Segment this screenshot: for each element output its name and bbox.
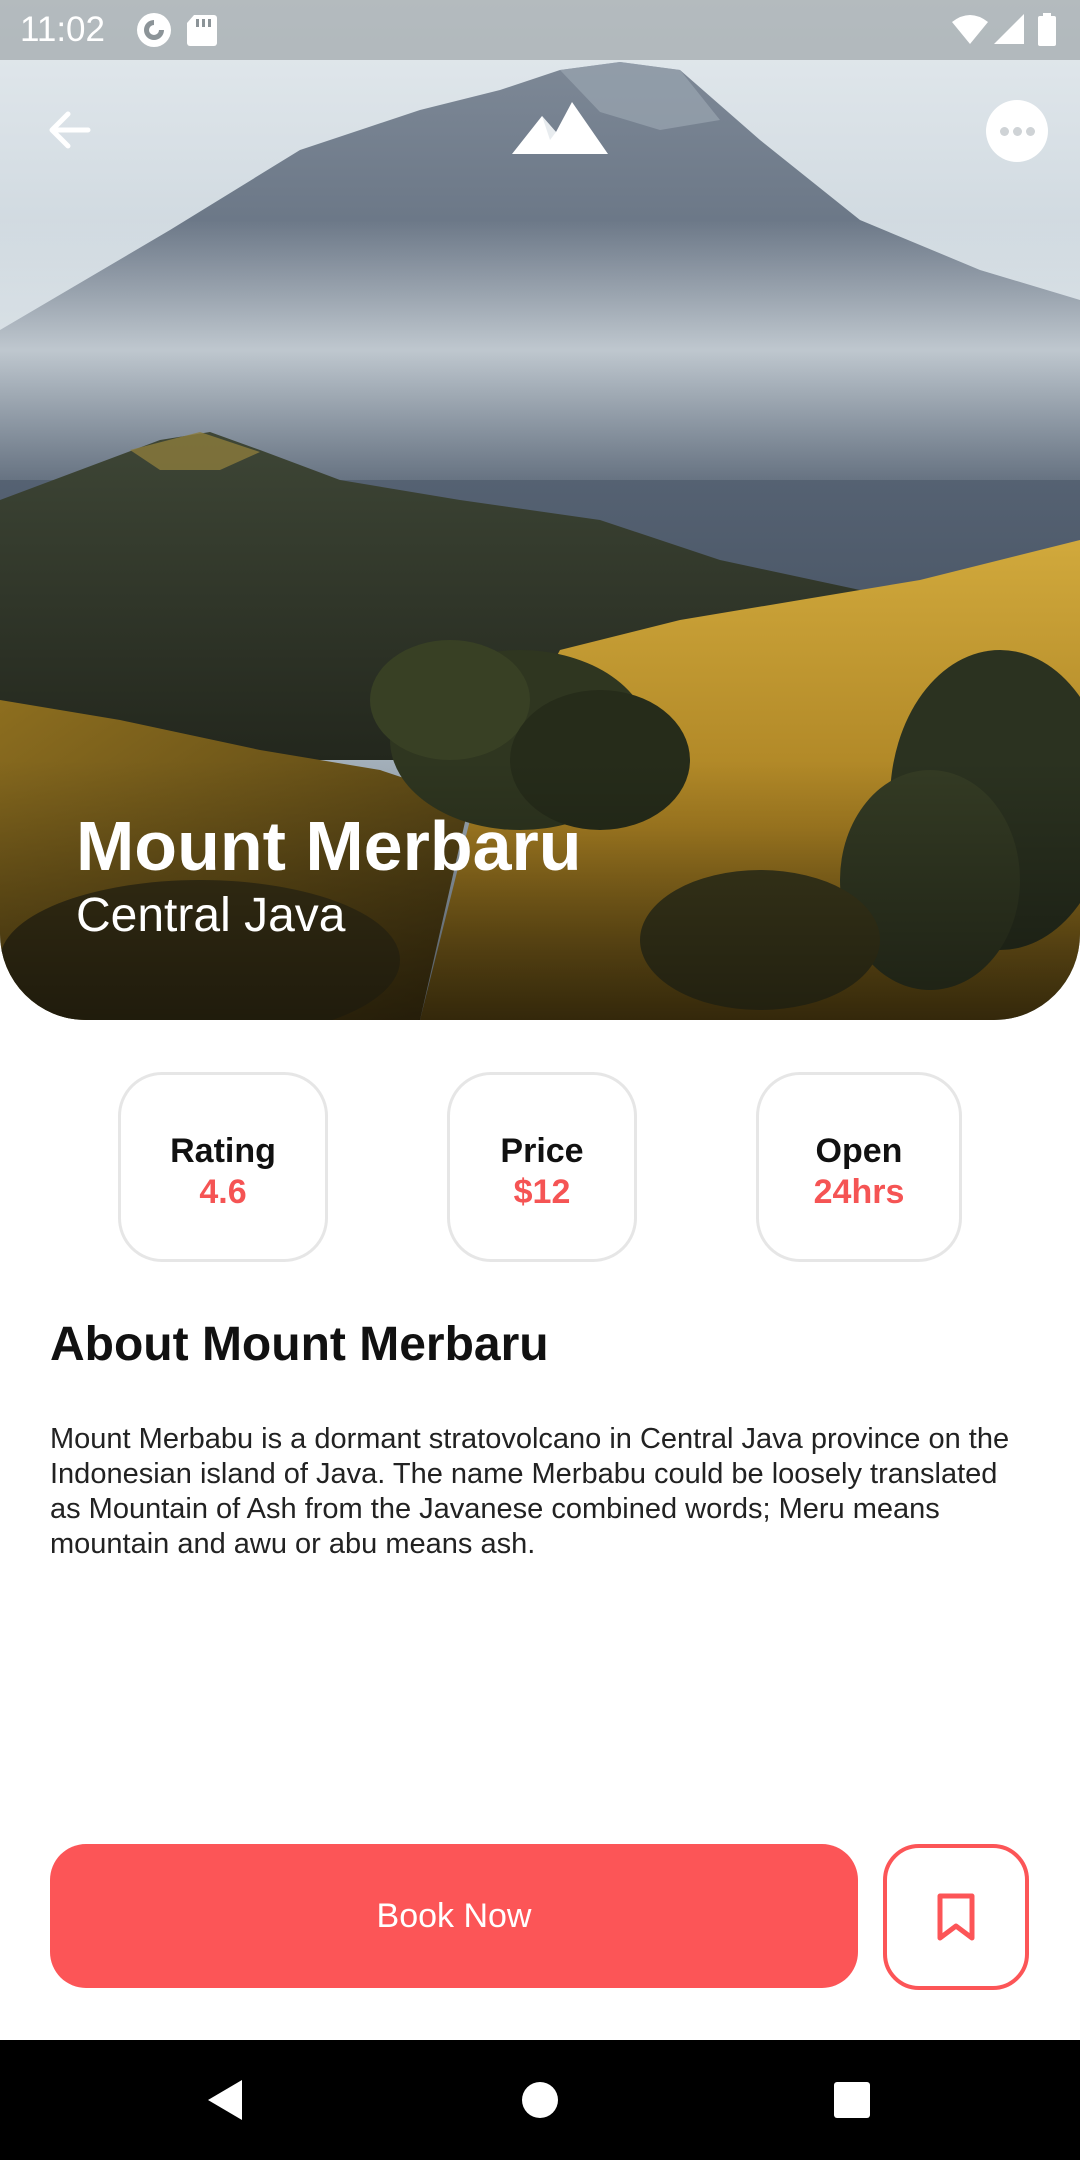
book-now-button[interactable]: Book Now [50,1844,858,1988]
bookmark-button[interactable] [883,1844,1029,1990]
mountain-logo-icon [512,102,608,154]
nav-back-button[interactable] [196,2070,256,2130]
stat-label: Price [500,1132,584,1170]
battery-icon [1038,16,1056,46]
back-button[interactable] [40,100,100,160]
about-heading: About Mount Merbaru [50,1318,549,1371]
wifi-icon [952,15,988,44]
nav-back-icon [208,2080,242,2120]
stat-card-rating: Rating 4.6 [118,1072,328,1262]
place-title: Mount Merbaru [76,807,582,885]
nav-home-icon [522,2082,558,2118]
stat-card-open: Open 24hrs [756,1072,962,1262]
stat-value: $12 [513,1173,571,1211]
nav-home-button[interactable] [510,2070,570,2130]
system-navigation-bar [0,2040,1080,2160]
stat-value: 4.6 [199,1173,247,1211]
nav-recents-button[interactable] [822,2070,882,2130]
pocket-casts-icon [137,13,171,47]
place-region: Central Java [76,889,346,942]
bookmark-icon [937,1893,975,1941]
stat-label: Rating [170,1132,276,1170]
more-options-button[interactable] [986,100,1048,162]
nav-recents-icon [834,2082,870,2118]
stat-value: 24hrs [813,1173,905,1211]
status-time: 11:02 [20,10,105,49]
destination-detail-screen: 11:02 Mount Merbaru Central Java Rating … [0,0,1080,2160]
sd-card-icon [187,15,217,46]
status-left-icons [137,13,217,47]
cell-signal-icon [994,14,1024,44]
arrow-back-icon [49,111,91,149]
stat-label: Open [815,1132,903,1170]
status-right-icons [952,13,1056,46]
status-bar: 11:02 [0,0,1080,60]
about-description: Mount Merbabu is a dormant stratovolcano… [50,1423,1010,1560]
stat-card-price: Price $12 [447,1072,637,1262]
